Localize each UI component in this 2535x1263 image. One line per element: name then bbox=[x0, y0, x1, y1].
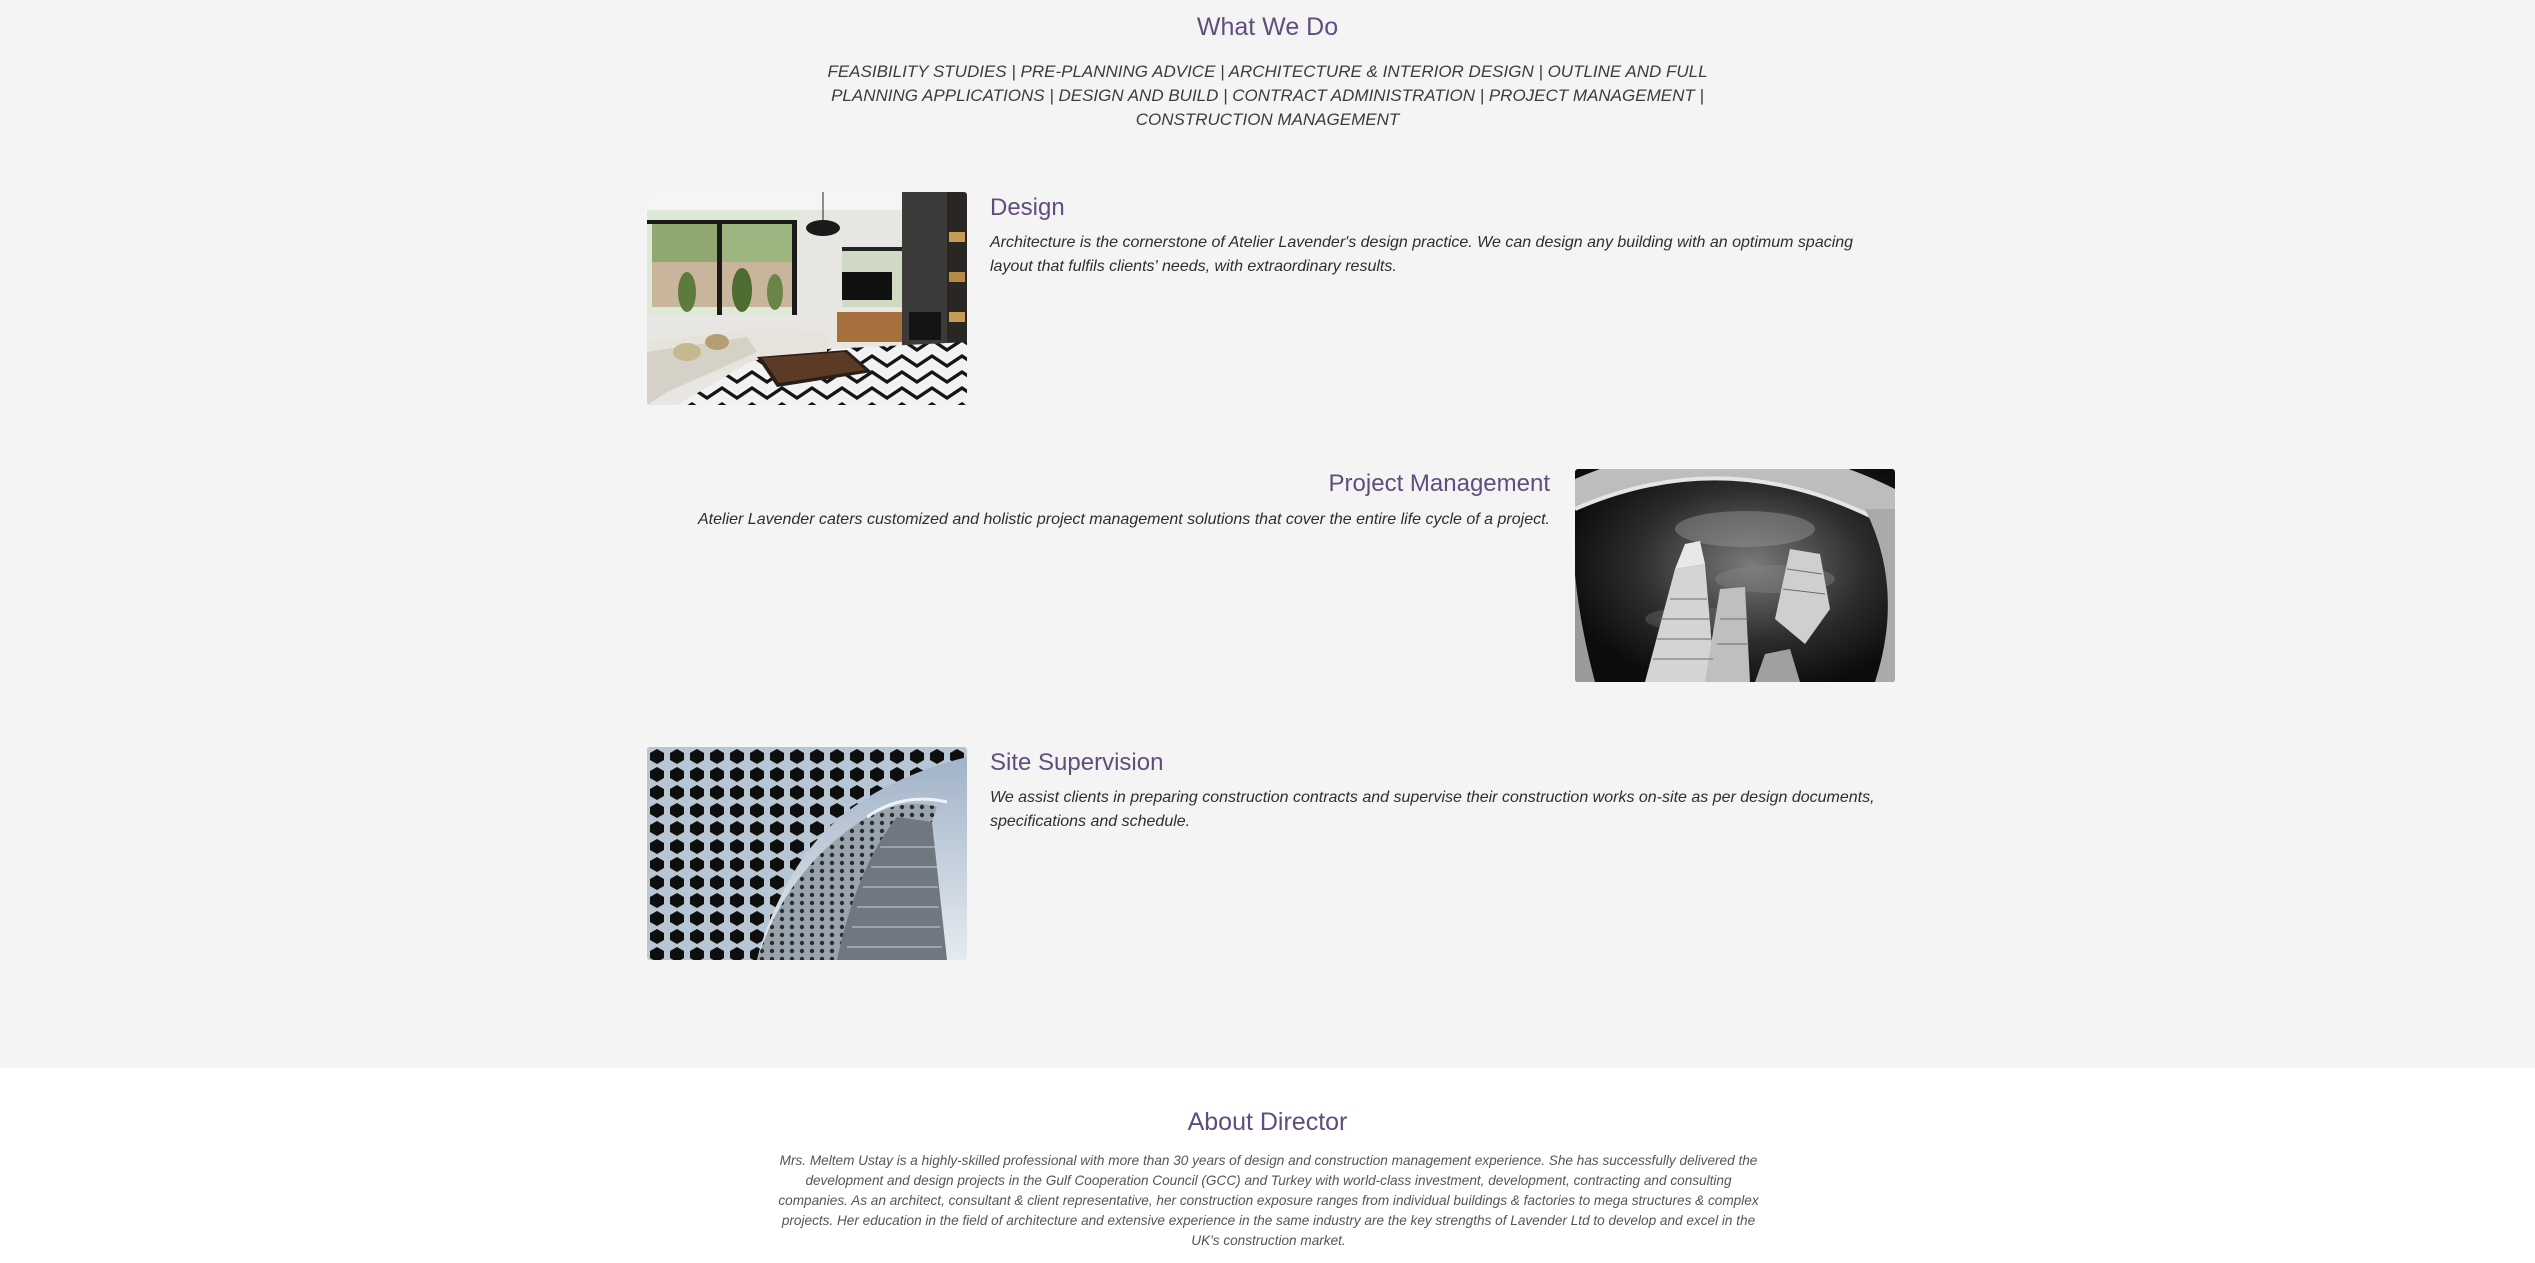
about-director-body: Mrs. Meltem Ustay is a highly-skilled pr… bbox=[778, 1153, 1759, 1248]
design-description: Architecture is the cornerstone of Ateli… bbox=[990, 234, 1854, 275]
page: What We Do FEASIBILITY STUDIES | PRE-PLA… bbox=[0, 0, 2535, 1263]
project-management-description: Atelier Lavender caters customized and h… bbox=[698, 511, 1550, 528]
site-supervision-description: We assist clients in preparing construct… bbox=[990, 789, 1875, 830]
services-list: FEASIBILITY STUDIES | PRE-PLANNING ADVIC… bbox=[827, 62, 1708, 129]
about-director-title: About Director bbox=[1187, 1108, 1348, 1136]
what-we-do-section: What We Do FEASIBILITY STUDIES | PRE-PLA… bbox=[0, 0, 2535, 1068]
site-supervision-image bbox=[647, 747, 967, 960]
project-management-title: Project Management bbox=[1328, 470, 1550, 497]
design-title: Design bbox=[990, 194, 1065, 221]
site-supervision-title: Site Supervision bbox=[990, 749, 1164, 776]
design-image bbox=[647, 192, 967, 405]
project-management-image bbox=[1575, 469, 1895, 682]
about-director-section: About Director Mrs. Meltem Ustay is a hi… bbox=[0, 1068, 2535, 1263]
what-we-do-title: What We Do bbox=[1196, 13, 1339, 41]
